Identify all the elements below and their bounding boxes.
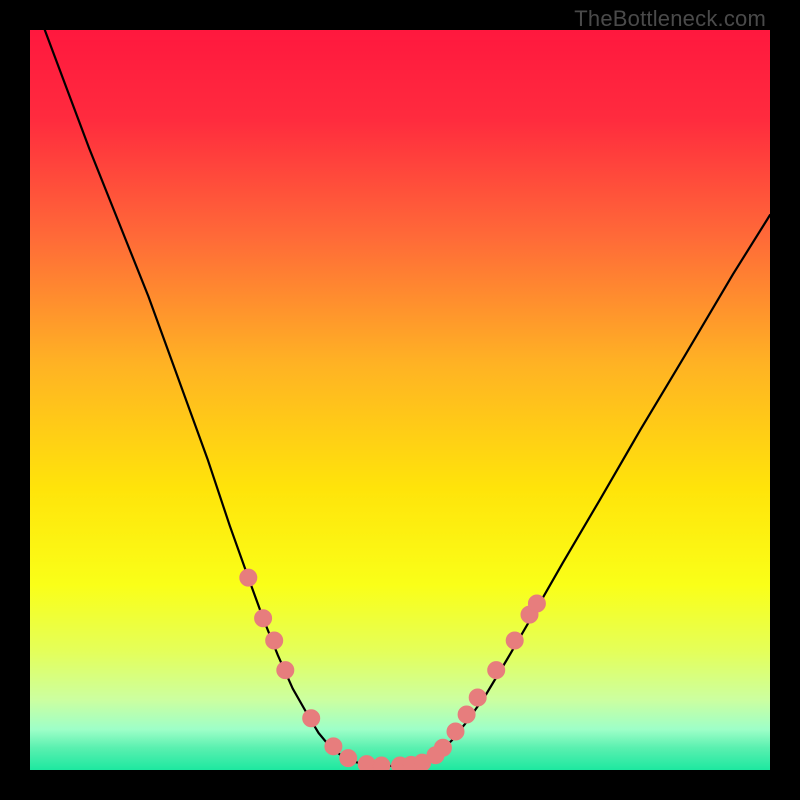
curve-marker xyxy=(255,610,272,627)
curve-marker xyxy=(358,756,375,770)
curve-marker xyxy=(488,662,505,679)
curve-marker xyxy=(266,632,283,649)
chart-frame: TheBottleneck.com xyxy=(0,0,800,800)
curve-marker xyxy=(303,710,320,727)
curve-marker xyxy=(240,569,257,586)
plot-area xyxy=(30,30,770,770)
curve-markers xyxy=(240,569,546,770)
curve-marker xyxy=(434,739,451,756)
curve-marker xyxy=(528,595,545,612)
bottleneck-curve xyxy=(45,30,770,766)
curve-marker xyxy=(277,662,294,679)
curve-marker xyxy=(340,750,357,767)
curve-marker xyxy=(506,632,523,649)
curve-layer xyxy=(30,30,770,770)
curve-marker xyxy=(469,689,486,706)
curve-marker xyxy=(458,706,475,723)
curve-marker xyxy=(325,738,342,755)
curve-marker xyxy=(447,723,464,740)
curve-marker xyxy=(373,757,390,770)
watermark-text: TheBottleneck.com xyxy=(574,6,766,32)
